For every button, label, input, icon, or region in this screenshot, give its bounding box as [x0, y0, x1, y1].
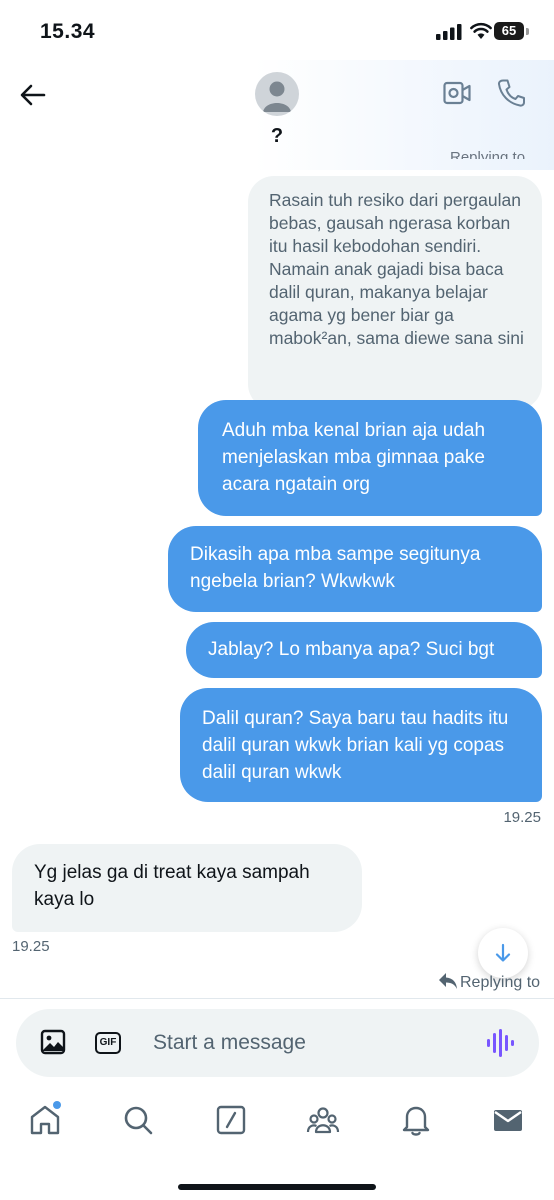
- bottom-tab-bar: [0, 1092, 554, 1152]
- video-icon[interactable]: [443, 81, 471, 105]
- phone-icon[interactable]: [497, 78, 525, 108]
- image-icon[interactable]: [40, 1029, 66, 1055]
- avatar[interactable]: [255, 72, 299, 116]
- message-input[interactable]: [153, 1029, 453, 1057]
- status-time: 15.34: [40, 20, 96, 43]
- battery-tip: [526, 28, 529, 35]
- wifi-icon: [470, 22, 492, 39]
- scroll-to-bottom-button[interactable]: [478, 928, 528, 978]
- incoming-timestamp: 19.25: [12, 938, 50, 955]
- signal-icon: [436, 24, 462, 40]
- home-indicator: [178, 1184, 376, 1190]
- clipped-replying-label: Replying to: [450, 149, 526, 159]
- message-composer: GIF: [16, 1009, 539, 1077]
- incoming-message[interactable]: Yg jelas ga di treat kaya sampah kaya lo: [12, 844, 362, 932]
- outgoing-message[interactable]: Dalil quran? Saya baru tau hadits itu da…: [180, 688, 542, 802]
- arrow-down-icon: [495, 943, 511, 962]
- status-bar: 15.34 65: [0, 0, 554, 60]
- outgoing-message[interactable]: Aduh mba kenal brian aja udah menjelaska…: [198, 400, 542, 516]
- notifications-icon[interactable]: [398, 1102, 434, 1138]
- voice-waveform-icon[interactable]: [486, 1028, 514, 1058]
- outgoing-message[interactable]: Jablay? Lo mbanya apa? Suci bgt: [186, 622, 542, 678]
- communities-icon[interactable]: [305, 1102, 341, 1138]
- replying-to-link[interactable]: Replying to: [438, 972, 540, 992]
- default-avatar-icon: [263, 81, 291, 112]
- grok-icon[interactable]: [213, 1102, 249, 1138]
- composer-divider: [0, 998, 554, 999]
- outgoing-message[interactable]: Dikasih apa mba sampe segitunya ngebela …: [168, 526, 542, 612]
- reply-arrow-icon: [439, 973, 457, 989]
- replying-to-label: Replying to: [460, 974, 541, 991]
- arrow-left-icon[interactable]: [18, 80, 48, 110]
- quoted-message[interactable]: Rasain tuh resiko dari pergaulan bebas, …: [248, 176, 542, 410]
- messages-icon[interactable]: [490, 1102, 526, 1138]
- contact-name[interactable]: ?: [254, 125, 300, 148]
- notification-dot: [53, 1101, 61, 1109]
- outgoing-timestamp: 19.25: [503, 809, 541, 826]
- gif-icon[interactable]: GIF: [95, 1032, 121, 1054]
- battery-indicator: 65: [494, 22, 524, 40]
- search-icon[interactable]: [120, 1102, 156, 1138]
